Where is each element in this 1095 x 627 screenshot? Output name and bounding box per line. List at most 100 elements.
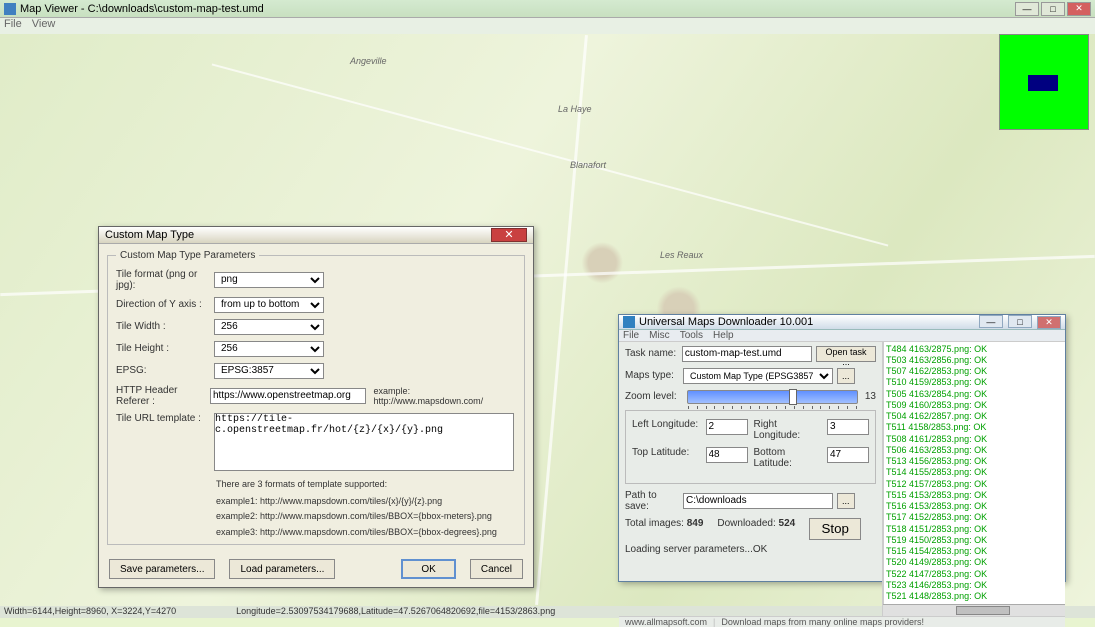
- task-name-input[interactable]: [682, 346, 812, 362]
- log-line: T520 4149/2853.png: OK: [886, 557, 1063, 568]
- log-line: T512 4157/2853.png: OK: [886, 479, 1063, 490]
- log-line: T505 4163/2854.png: OK: [886, 389, 1063, 400]
- log-line: T503 4163/2856.png: OK: [886, 355, 1063, 366]
- bottom-lat-input[interactable]: [827, 447, 869, 463]
- params-legend: Custom Map Type Parameters: [116, 250, 259, 261]
- save-parameters-button[interactable]: Save parameters...: [109, 559, 215, 579]
- log-line: T484 4163/2875.png: OK: [886, 344, 1063, 355]
- template-example-3: example3: http://www.mapsdown.com/tiles/…: [216, 525, 516, 540]
- path-label: Path to save:: [625, 490, 683, 512]
- map-place-label: Blanafort: [570, 160, 606, 170]
- log-line: T509 4160/2853.png: OK: [886, 400, 1063, 411]
- close-button[interactable]: ✕: [1067, 2, 1091, 16]
- maps-type-more-button[interactable]: ...: [837, 368, 855, 384]
- tile-format-label: Tile format (png or jpg):: [116, 269, 214, 291]
- epsg-select[interactable]: EPSG:3857: [214, 363, 324, 379]
- downloader-window: Universal Maps Downloader 10.001 — □ ✕ F…: [618, 314, 1066, 582]
- right-lon-input[interactable]: [827, 419, 869, 435]
- dialog-title: Custom Map Type: [105, 229, 491, 241]
- maps-type-label: Maps type:: [625, 370, 683, 381]
- top-lat-input[interactable]: [706, 447, 748, 463]
- menu-view[interactable]: View: [32, 18, 56, 34]
- referer-label: HTTP Header Referer :: [116, 385, 210, 407]
- downloader-menu-tools[interactable]: Tools: [680, 330, 703, 341]
- map-place-label: Les Reaux: [660, 250, 703, 260]
- referer-example: example: http://www.mapsdown.com/: [374, 386, 516, 406]
- zoom-slider-thumb[interactable]: [789, 389, 797, 405]
- menu-file[interactable]: File: [4, 18, 22, 34]
- tile-width-select[interactable]: 256: [214, 319, 324, 335]
- template-textarea[interactable]: https://tile-c.openstreetmap.fr/hot/{z}/…: [214, 413, 514, 471]
- top-lat-label: Top Latitude:: [632, 447, 700, 469]
- template-example-1: example1: http://www.mapsdown.com/tiles/…: [216, 494, 516, 509]
- zoom-slider[interactable]: [687, 390, 858, 404]
- log-line: T515 4154/2853.png: OK: [886, 546, 1063, 557]
- minimap-viewport: [1028, 75, 1058, 91]
- right-lon-label: Right Longitude:: [754, 419, 822, 441]
- log-line: T506 4163/2853.png: OK: [886, 445, 1063, 456]
- log-line: T523 4146/2853.png: OK: [886, 580, 1063, 591]
- status-dimensions: Width=6144,Height=8960, X=3224,Y=4270: [4, 606, 176, 618]
- dialog-close-button[interactable]: ✕: [491, 228, 527, 242]
- minimize-button[interactable]: —: [1015, 2, 1039, 16]
- log-line: T516 4153/2853.png: OK: [886, 501, 1063, 512]
- app-icon: [4, 3, 16, 15]
- log-line: T507 4162/2853.png: OK: [886, 366, 1063, 377]
- downloader-menu-misc[interactable]: Misc: [649, 330, 670, 341]
- log-line: T522 4147/2853.png: OK: [886, 569, 1063, 580]
- main-window-titlebar: Map Viewer - C:\downloads\custom-map-tes…: [0, 0, 1095, 18]
- maximize-button[interactable]: □: [1041, 2, 1065, 16]
- tile-format-select[interactable]: png: [214, 272, 324, 288]
- main-window-title: Map Viewer - C:\downloads\custom-map-tes…: [20, 3, 1015, 15]
- downloader-title: Universal Maps Downloader 10.001: [639, 316, 977, 328]
- left-lon-input[interactable]: [706, 419, 748, 435]
- load-parameters-button[interactable]: Load parameters...: [229, 559, 335, 579]
- log-line: T519 4150/2853.png: OK: [886, 535, 1063, 546]
- template-example-2: example2: http://www.mapsdown.com/tiles/…: [216, 509, 516, 524]
- browse-path-button[interactable]: ...: [837, 493, 855, 509]
- log-line: T508 4161/2853.png: OK: [886, 434, 1063, 445]
- log-line: T521 4148/2853.png: OK: [886, 591, 1063, 602]
- bottom-lat-label: Bottom Latitude:: [754, 447, 822, 469]
- cancel-button[interactable]: Cancel: [470, 559, 523, 579]
- downloader-menu-file[interactable]: File: [623, 330, 639, 341]
- log-line: T504 4162/2857.png: OK: [886, 411, 1063, 422]
- tile-height-select[interactable]: 256: [214, 341, 324, 357]
- left-lon-label: Left Longitude:: [632, 419, 700, 441]
- custom-map-type-dialog: Custom Map Type ✕ Custom Map Type Parame…: [98, 226, 534, 588]
- log-line: T510 4159/2853.png: OK: [886, 377, 1063, 388]
- log-line: T515 4153/2853.png: OK: [886, 490, 1063, 501]
- downloaded-value: 524: [779, 518, 796, 529]
- download-log: T484 4163/2875.png: OKT503 4163/2856.png…: [883, 342, 1065, 605]
- template-help-head: There are 3 formats of template supporte…: [216, 477, 516, 492]
- loading-status: Loading server parameters...OK: [625, 544, 876, 555]
- status-coordinates: Longitude=2.53097534179688,Latitude=47.5…: [236, 606, 555, 618]
- map-place-label: Angeville: [350, 56, 387, 66]
- scrollbar-thumb[interactable]: [956, 606, 1011, 615]
- downloader-close-button[interactable]: ✕: [1037, 316, 1061, 329]
- maps-type-select[interactable]: Custom Map Type (EPSG3857 and EPSG4326 s…: [683, 368, 833, 384]
- total-images-value: 849: [687, 518, 704, 529]
- path-input[interactable]: [683, 493, 833, 509]
- y-direction-select[interactable]: from up to bottom: [214, 297, 324, 313]
- footer-site: www.allmapsoft.com: [625, 617, 707, 627]
- downloaded-label: Downloaded:: [717, 518, 775, 529]
- ok-button[interactable]: OK: [401, 559, 455, 579]
- open-task-button[interactable]: Open task ...: [816, 346, 876, 362]
- y-direction-label: Direction of Y axis :: [116, 299, 214, 310]
- log-scrollbar[interactable]: [883, 604, 1065, 616]
- downloader-menu: File Misc Tools Help: [619, 330, 1065, 342]
- downloader-menu-help[interactable]: Help: [713, 330, 734, 341]
- map-place-label: La Haye: [558, 104, 592, 114]
- main-menu: File View: [0, 18, 1095, 34]
- template-label: Tile URL template :: [116, 413, 214, 424]
- task-name-label: Task name:: [625, 348, 682, 359]
- downloader-maximize-button[interactable]: □: [1008, 315, 1032, 328]
- downloader-icon: [623, 316, 635, 328]
- referer-input[interactable]: [210, 388, 366, 404]
- downloader-minimize-button[interactable]: —: [979, 315, 1003, 328]
- log-line: T518 4151/2853.png: OK: [886, 524, 1063, 535]
- total-images-label: Total images:: [625, 518, 684, 529]
- stop-button[interactable]: Stop: [809, 518, 861, 540]
- minimap-overview[interactable]: [999, 34, 1089, 130]
